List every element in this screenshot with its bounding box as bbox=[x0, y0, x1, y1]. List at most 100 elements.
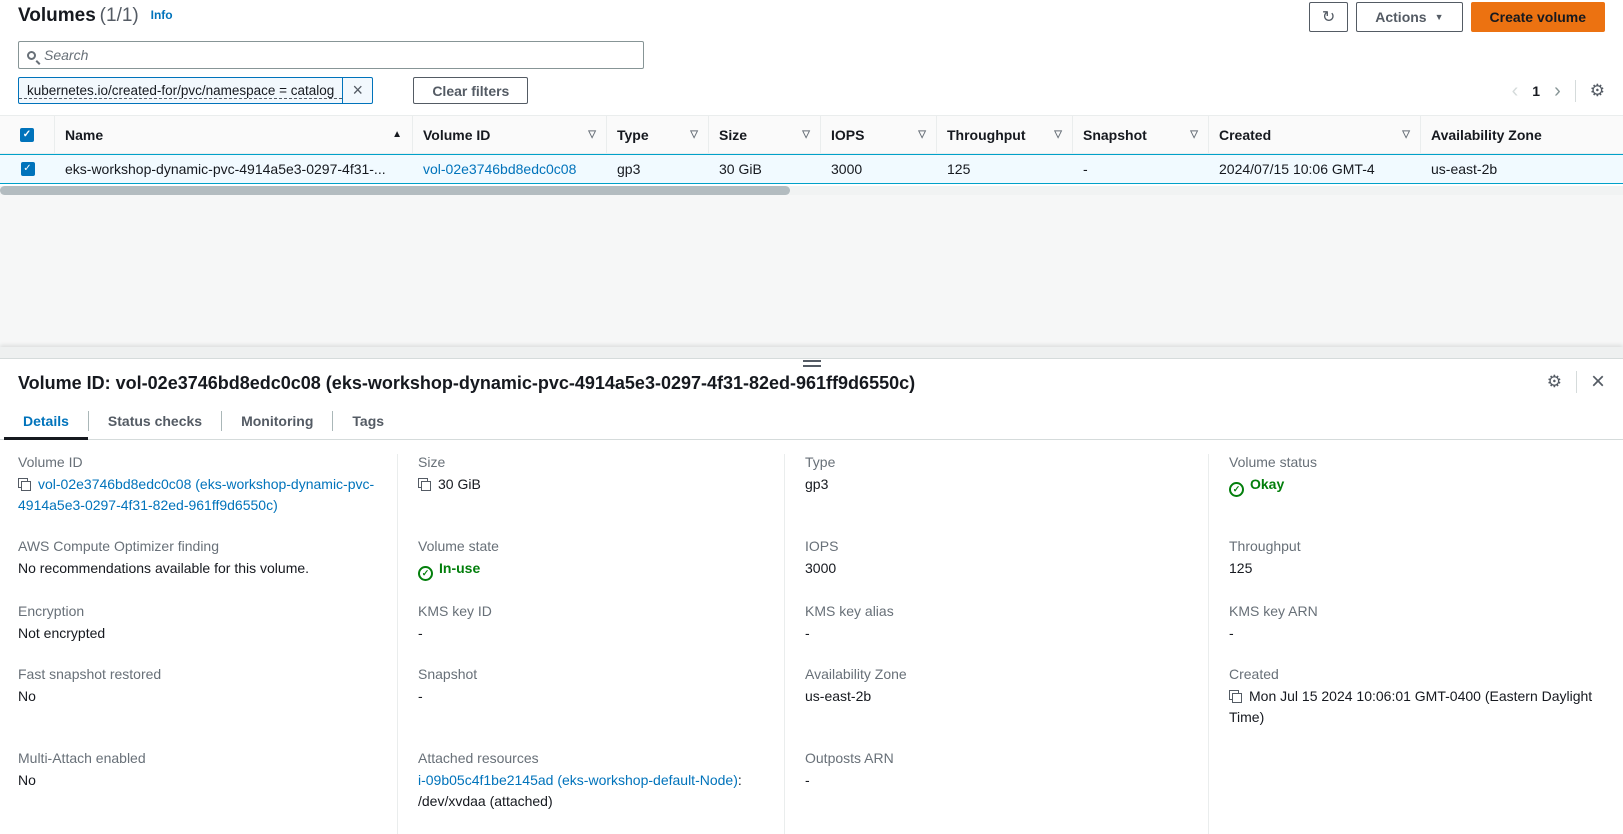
panel-preferences-gear-icon[interactable]: ⚙ bbox=[1547, 372, 1562, 392]
sortable-icon: ▽ bbox=[1396, 129, 1410, 140]
tab-monitoring[interactable]: Monitoring bbox=[222, 402, 332, 439]
list-header: Volumes (1/1) Info ↻ Actions ▼ Create vol… bbox=[18, 2, 1605, 32]
checkbox-checked-icon[interactable]: ✓ bbox=[21, 162, 35, 176]
ec2-volumes-page: Volumes (1/1) Info ↻ Actions ▼ Create vol… bbox=[0, 0, 1623, 834]
pagination: ‹ 1 › ⚙ bbox=[1512, 80, 1605, 102]
tab-status-checks[interactable]: Status checks bbox=[89, 402, 221, 439]
drag-handle-icon[interactable] bbox=[803, 360, 821, 367]
volume-details-split-panel: Volume ID: vol-02e3746bd8edc0c08 (eks-wo… bbox=[0, 347, 1623, 834]
row-volume-id: vol-02e3746bd8edc0c08 bbox=[413, 155, 607, 183]
refresh-button[interactable]: ↻ bbox=[1309, 2, 1348, 32]
field-throughput: Throughput 125 bbox=[1208, 538, 1623, 603]
column-header-type[interactable]: Type▽ bbox=[607, 116, 709, 153]
search-icon bbox=[27, 51, 36, 60]
field-iops: IOPS 3000 bbox=[784, 538, 1208, 603]
row-name: eks-workshop-dynamic-pvc-4914a5e3-0297-4… bbox=[55, 155, 413, 183]
horizontal-scrollbar[interactable] bbox=[0, 186, 1623, 195]
divider bbox=[1576, 371, 1577, 393]
table-row[interactable]: ✓ eks-workshop-dynamic-pvc-4914a5e3-0297… bbox=[0, 154, 1623, 184]
column-header-size[interactable]: Size▽ bbox=[709, 116, 821, 153]
column-header-availability-zone[interactable]: Availability Zone bbox=[1421, 116, 1623, 153]
volume-count: (1/1) bbox=[100, 5, 139, 26]
attached-device: /dev/xvdaa (attached) bbox=[418, 791, 764, 812]
search-input[interactable] bbox=[38, 47, 635, 63]
field-outposts-arn: Outposts ARN - bbox=[784, 750, 1208, 834]
field-volume-state: Volume state ✓In-use bbox=[397, 538, 784, 603]
current-page[interactable]: 1 bbox=[1532, 83, 1540, 99]
column-header-throughput[interactable]: Throughput▽ bbox=[937, 116, 1073, 153]
column-header-name[interactable]: Name▲ bbox=[55, 116, 413, 153]
row-availability-zone: us-east-2b bbox=[1421, 155, 1623, 183]
tab-details[interactable]: Details bbox=[4, 402, 88, 439]
split-panel-tools: ⚙ × bbox=[1547, 370, 1605, 394]
sortable-icon: ▽ bbox=[684, 129, 698, 140]
split-panel-resize-strip[interactable] bbox=[0, 347, 1623, 359]
details-grid: Volume ID vol-02e3746bd8edc0c08 (eks-wor… bbox=[0, 440, 1623, 834]
close-icon[interactable]: × bbox=[1591, 370, 1605, 394]
copy-icon[interactable] bbox=[418, 478, 431, 491]
field-multi-attach: Multi-Attach enabled No bbox=[0, 750, 397, 834]
field-attached-resources: Attached resources i-09b05c4f1be2145ad (… bbox=[397, 750, 784, 834]
search-box bbox=[18, 41, 644, 69]
field-created: Created Mon Jul 15 2024 10:06:01 GMT-040… bbox=[1208, 666, 1623, 750]
sort-asc-icon: ▲ bbox=[386, 129, 402, 140]
field-volume-id: Volume ID vol-02e3746bd8edc0c08 (eks-wor… bbox=[0, 454, 397, 538]
table-header-row: ✓ Name▲ Volume ID▽ Type▽ Size▽ IOPS▽ Thr… bbox=[0, 115, 1623, 154]
filter-token-label[interactable]: kubernetes.io/created-for/pvc/namespace … bbox=[19, 83, 342, 99]
attached-instance-link[interactable]: i-09b05c4f1be2145ad (eks-workshop-defaul… bbox=[418, 772, 738, 788]
split-panel-title: Volume ID: vol-02e3746bd8edc0c08 (eks-wo… bbox=[18, 369, 1547, 394]
search-row bbox=[18, 41, 1605, 69]
row-snapshot: - bbox=[1073, 155, 1209, 183]
sortable-icon: ▽ bbox=[582, 129, 596, 140]
table-preferences-gear-icon[interactable]: ⚙ bbox=[1590, 81, 1605, 101]
filter-token[interactable]: kubernetes.io/created-for/pvc/namespace … bbox=[18, 77, 373, 104]
caret-down-icon: ▼ bbox=[1435, 12, 1444, 22]
sortable-icon: ▽ bbox=[1048, 129, 1062, 140]
field-optimizer-finding: AWS Compute Optimizer finding No recomme… bbox=[0, 538, 397, 603]
page-title: Volumes (1/1) Info bbox=[18, 2, 173, 27]
row-size: 30 GiB bbox=[709, 155, 821, 183]
scrollbar-thumb[interactable] bbox=[0, 186, 790, 195]
actions-button-label: Actions bbox=[1375, 9, 1426, 25]
clear-filters-button[interactable]: Clear filters bbox=[413, 77, 528, 104]
sortable-icon: ▽ bbox=[912, 129, 926, 140]
check-circle-icon: ✓ bbox=[1229, 482, 1244, 497]
create-volume-button[interactable]: Create volume bbox=[1471, 2, 1605, 32]
header-actions: ↻ Actions ▼ Create volume bbox=[1309, 2, 1605, 32]
column-header-iops[interactable]: IOPS▽ bbox=[821, 116, 937, 153]
row-checkbox[interactable]: ✓ bbox=[0, 155, 55, 183]
remove-filter-icon[interactable]: × bbox=[342, 78, 372, 103]
sortable-icon: ▽ bbox=[1184, 129, 1198, 140]
next-page-icon[interactable]: › bbox=[1554, 81, 1561, 101]
divider bbox=[1575, 80, 1576, 102]
field-kms-key-alias: KMS key alias - bbox=[784, 603, 1208, 666]
tab-tags[interactable]: Tags bbox=[333, 402, 403, 439]
check-circle-icon: ✓ bbox=[418, 566, 433, 581]
actions-button[interactable]: Actions ▼ bbox=[1356, 2, 1462, 32]
column-header-created[interactable]: Created▽ bbox=[1209, 116, 1421, 153]
row-created: 2024/07/15 10:06 GMT-4 bbox=[1209, 155, 1421, 183]
row-iops: 3000 bbox=[821, 155, 937, 183]
column-header-volume-id[interactable]: Volume ID▽ bbox=[413, 116, 607, 153]
info-link[interactable]: Info bbox=[151, 8, 173, 22]
copy-icon[interactable] bbox=[18, 478, 31, 491]
row-type: gp3 bbox=[607, 155, 709, 183]
field-kms-key-id: KMS key ID - bbox=[397, 603, 784, 666]
copy-icon[interactable] bbox=[1229, 690, 1242, 703]
field-size: Size 30 GiB bbox=[397, 454, 784, 538]
field-encryption: Encryption Not encrypted bbox=[0, 603, 397, 666]
volume-id-link[interactable]: vol-02e3746bd8edc0c08 bbox=[423, 161, 576, 177]
field-volume-status: Volume status ✓Okay bbox=[1208, 454, 1623, 538]
volumes-list-section: Volumes (1/1) Info ↻ Actions ▼ Create vol… bbox=[0, 0, 1623, 195]
sortable-icon: ▽ bbox=[796, 129, 810, 140]
field-type: Type gp3 bbox=[784, 454, 1208, 538]
field-availability-zone: Availability Zone us-east-2b bbox=[784, 666, 1208, 750]
checkbox-checked-icon[interactable]: ✓ bbox=[20, 128, 34, 142]
column-header-snapshot[interactable]: Snapshot▽ bbox=[1073, 116, 1209, 153]
volume-id-link[interactable]: vol-02e3746bd8edc0c08 (eks-workshop-dyna… bbox=[18, 476, 374, 513]
refresh-icon: ↻ bbox=[1322, 7, 1335, 27]
previous-page-icon[interactable]: ‹ bbox=[1512, 81, 1519, 101]
row-throughput: 125 bbox=[937, 155, 1073, 183]
field-fast-snapshot-restored: Fast snapshot restored No bbox=[0, 666, 397, 750]
select-all-checkbox[interactable]: ✓ bbox=[0, 116, 55, 153]
